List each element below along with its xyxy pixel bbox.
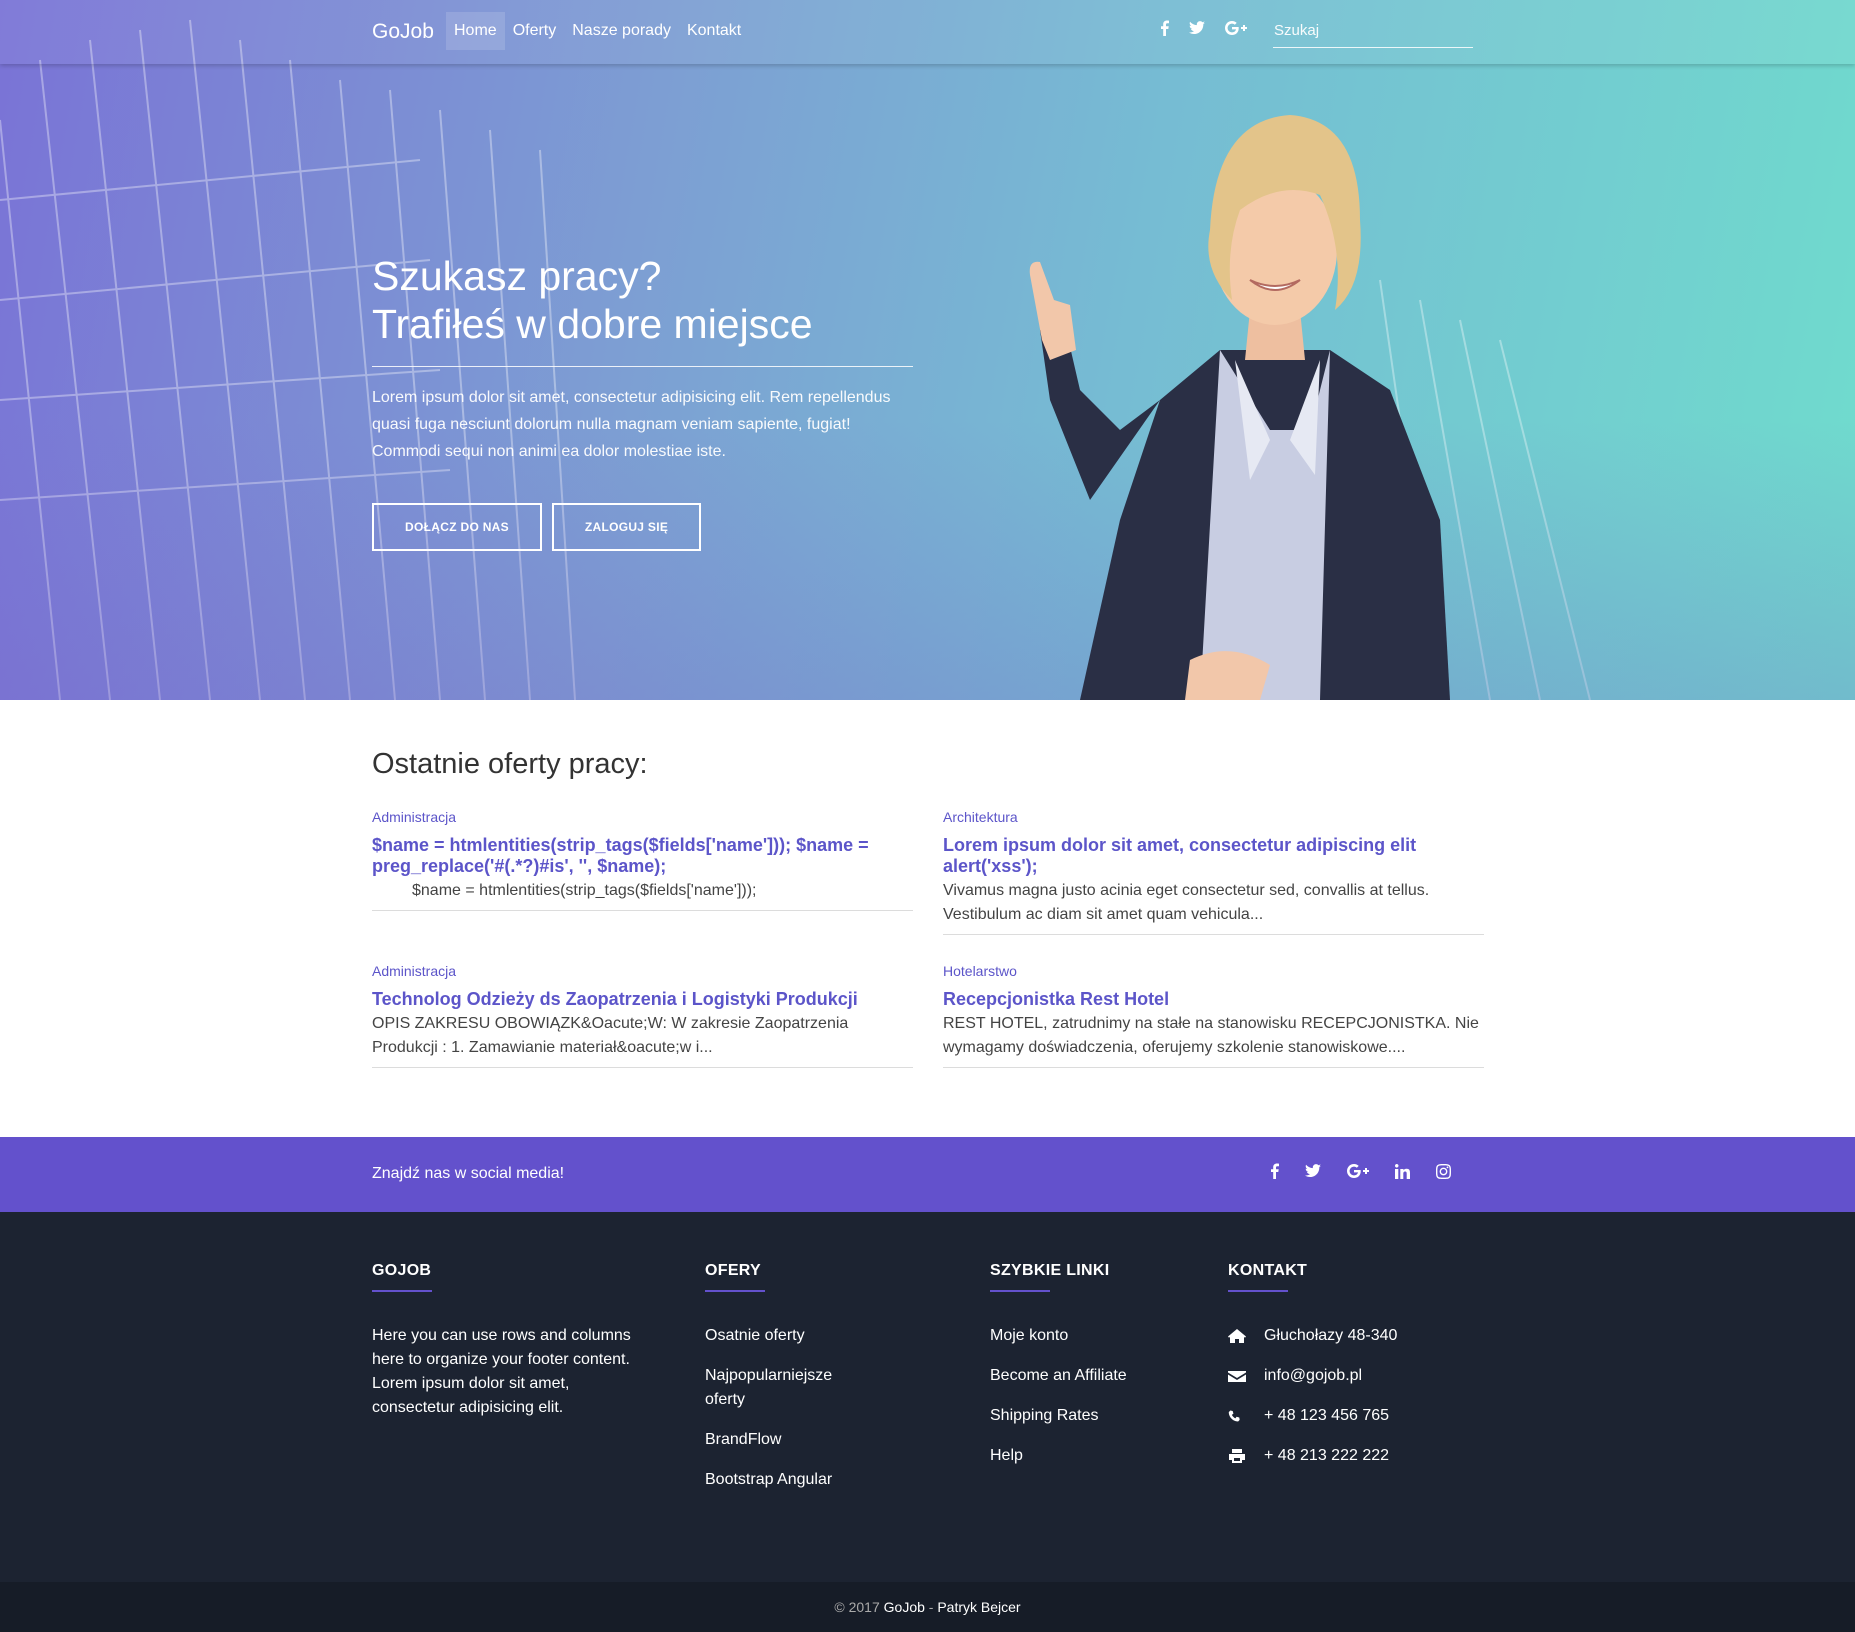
login-button[interactable]: ZALOGUJ SIĘ <box>552 503 701 551</box>
twitter-icon[interactable] <box>1189 21 1205 35</box>
copyright-bar: © 2017 GoJob - Patryk Bejcer <box>0 1582 1855 1632</box>
contact-email: info@gojob.pl <box>1228 1364 1397 1388</box>
hero-text: Lorem ipsum dolor sit amet, consectetur … <box>372 389 891 460</box>
social-bar-text: Znajdź nas w social media! <box>372 1165 565 1182</box>
hero-overlay <box>0 0 1855 700</box>
footer-heading: OFERY <box>705 1262 762 1279</box>
footer-links-list: Osatnie oferty Najpopularniejsze oferty … <box>705 1324 855 1492</box>
footer-link[interactable]: Osatnie oferty <box>705 1324 855 1348</box>
offer-card: Architektura Lorem ipsum dolor sit amet,… <box>943 808 1484 935</box>
hero-title-line1: Szukasz pracy? <box>372 253 662 299</box>
offer-card: Hotelarstwo Recepcjonistka Rest Hotel RE… <box>943 962 1484 1068</box>
hero-section: GoJob Home Oferty Nasze porady Kontakt S… <box>0 0 1855 700</box>
footer: GOJOB Here you can use rows and columns … <box>0 1212 1855 1582</box>
footer-heading: KONTAKT <box>1228 1262 1308 1279</box>
google-plus-icon[interactable] <box>1347 1164 1369 1178</box>
nav-link-oferty[interactable]: Oferty <box>505 12 565 50</box>
footer-link[interactable]: Bootstrap Angular <box>705 1468 855 1492</box>
contact-fax: + 48 213 222 222 <box>1228 1444 1397 1468</box>
nav-link-nasze-porady[interactable]: Nasze porady <box>564 12 679 50</box>
footer-heading-underline <box>1228 1290 1288 1292</box>
copyright-separator: - <box>924 1599 938 1615</box>
footer-links-list: Moje konto Become an Affiliate Shipping … <box>990 1324 1127 1468</box>
offer-description: REST HOTEL, zatrudnimy na stałe na stano… <box>943 1015 1479 1056</box>
offer-title[interactable]: $name = htmlentities(strip_tags($fields[… <box>372 835 913 877</box>
contact-phone-text: + 48 123 456 765 <box>1264 1407 1390 1424</box>
nav-menu: Home Oferty Nasze porady Kontakt <box>446 12 749 50</box>
linkedin-icon[interactable] <box>1395 1163 1410 1179</box>
google-plus-icon[interactable] <box>1225 21 1247 35</box>
footer-link[interactable]: BrandFlow <box>705 1428 855 1452</box>
offer-category[interactable]: Administracja <box>372 962 913 980</box>
footer-link[interactable]: Help <box>990 1444 1127 1468</box>
footer-heading-underline <box>990 1290 1050 1292</box>
hero-title: Szukasz pracy? Trafiłeś w dobre miejsce <box>372 252 813 348</box>
offer-title[interactable]: Lorem ipsum dolor sit amet, consectetur … <box>943 835 1484 877</box>
offer-category[interactable]: Administracja <box>372 808 913 826</box>
footer-heading-underline <box>705 1290 765 1292</box>
nav-social-icons <box>1160 20 1247 36</box>
footer-col-gojob: GOJOB Here you can use rows and columns … <box>372 1262 642 1420</box>
footer-link[interactable]: Become an Affiliate <box>990 1364 1127 1388</box>
contact-email-text[interactable]: info@gojob.pl <box>1264 1364 1362 1388</box>
offer-description: OPIS ZAKRESU OBOWIĄZK&Oacute;W: W zakres… <box>372 1015 849 1056</box>
social-bar: Znajdź nas w social media! <box>0 1137 1855 1212</box>
footer-link[interactable]: Moje konto <box>990 1324 1127 1348</box>
brand-logo[interactable]: GoJob <box>372 20 434 44</box>
instagram-icon[interactable] <box>1436 1163 1451 1179</box>
envelope-icon <box>1228 1371 1246 1382</box>
footer-col-szybkie-linki: SZYBKIE LINKI Moje konto Become an Affil… <box>990 1262 1127 1484</box>
contact-list: Głuchołazy 48-340 info@gojob.pl + 48 123… <box>1228 1324 1397 1468</box>
social-bar-icons <box>1270 1163 1451 1179</box>
search-input[interactable] <box>1273 14 1473 48</box>
businesswoman-image <box>1029 115 1450 700</box>
offer-description: $name = htmlentities(strip_tags($fields[… <box>372 882 757 899</box>
facebook-icon[interactable] <box>1160 20 1169 36</box>
nav-link-home[interactable]: Home <box>446 12 505 50</box>
footer-col-kontakt: KONTAKT Głuchołazy 48-340 info@gojob.pl … <box>1228 1262 1397 1484</box>
footer-heading-underline <box>372 1290 432 1292</box>
contact-address-text: Głuchołazy 48-340 <box>1264 1327 1398 1344</box>
offer-title[interactable]: Recepcjonistka Rest Hotel <box>943 989 1484 1010</box>
footer-link[interactable]: Shipping Rates <box>990 1404 1127 1428</box>
offer-category[interactable]: Architektura <box>943 808 1484 826</box>
facebook-icon[interactable] <box>1270 1163 1279 1179</box>
footer-heading: SZYBKIE LINKI <box>990 1262 1110 1279</box>
hero-divider <box>372 366 913 367</box>
footer-heading: GOJOB <box>372 1262 432 1279</box>
hero-title-line2: Trafiłeś w dobre miejsce <box>372 301 813 347</box>
offer-card: Administracja Technolog Odzieży ds Zaopa… <box>372 962 913 1068</box>
print-icon <box>1229 1449 1245 1463</box>
offer-category[interactable]: Hotelarstwo <box>943 962 1484 980</box>
footer-link[interactable]: Najpopularniejsze oferty <box>705 1364 855 1412</box>
top-navbar: GoJob Home Oferty Nasze porady Kontakt <box>0 0 1855 64</box>
footer-about-text: Here you can use rows and columns here t… <box>372 1327 631 1416</box>
twitter-icon[interactable] <box>1305 1164 1321 1178</box>
footer-col-oferty: OFERY Osatnie oferty Najpopularniejsze o… <box>705 1262 855 1508</box>
nav-link-kontakt[interactable]: Kontakt <box>679 12 749 50</box>
copyright-link-author[interactable]: Patryk Bejcer <box>937 1599 1020 1615</box>
contact-phone: + 48 123 456 765 <box>1228 1404 1397 1428</box>
copyright-prefix: © 2017 <box>834 1599 884 1615</box>
home-icon <box>1228 1329 1246 1343</box>
contact-fax-text: + 48 213 222 222 <box>1264 1447 1390 1464</box>
copyright-link-gojob[interactable]: GoJob <box>884 1599 925 1615</box>
offers-heading: Ostatnie oferty pracy: <box>372 748 648 780</box>
phone-icon <box>1228 1410 1240 1422</box>
offer-description: Vivamus magna justo acinia eget consecte… <box>943 882 1430 923</box>
offer-title[interactable]: Technolog Odzieży ds Zaopatrzenia i Logi… <box>372 989 913 1010</box>
offer-card: Administracja $name = htmlentities(strip… <box>372 808 913 911</box>
join-button[interactable]: DOŁĄCZ DO NAS <box>372 503 542 551</box>
contact-address: Głuchołazy 48-340 <box>1228 1324 1397 1348</box>
